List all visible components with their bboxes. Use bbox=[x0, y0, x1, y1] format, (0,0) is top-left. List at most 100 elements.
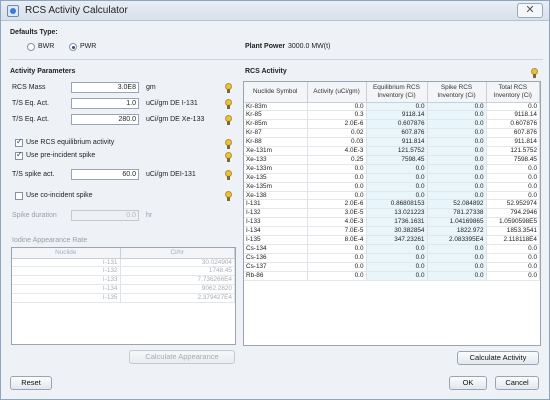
close-window-button[interactable]: ✕ bbox=[517, 3, 543, 18]
table-cell[interactable]: 0.0 bbox=[427, 182, 487, 192]
lightbulb-icon[interactable] bbox=[225, 139, 232, 149]
table-cell[interactable]: 1822.972 bbox=[427, 226, 487, 237]
table-cell[interactable]: 607.876 bbox=[366, 128, 428, 139]
table-cell[interactable]: Cs-136 bbox=[244, 253, 308, 263]
table-cell[interactable]: 9118.14 bbox=[366, 110, 428, 121]
table-row[interactable]: I-133 4.0E-3 1736.1631 1.04169865 1.0590598E… bbox=[244, 217, 540, 228]
table-cell[interactable]: 4.0E-3 bbox=[307, 146, 367, 156]
table-cell[interactable]: I-134 bbox=[244, 226, 308, 237]
use-pre-incident-spike-checkbox[interactable] bbox=[15, 150, 23, 160]
table-cell[interactable]: 0.0 bbox=[366, 102, 428, 112]
lightbulb-icon[interactable] bbox=[225, 99, 232, 109]
table-cell[interactable]: 0.0 bbox=[427, 173, 487, 183]
table-cell[interactable]: 0.0 bbox=[307, 182, 367, 192]
table-cell[interactable]: 0.607876 bbox=[366, 119, 428, 130]
table-cell[interactable]: I-131 bbox=[12, 258, 121, 268]
use-co-incident-spike-checkbox[interactable] bbox=[15, 192, 23, 200]
table-cell[interactable]: 0.3 bbox=[307, 110, 367, 121]
table-row[interactable]: I-131 30.024904 bbox=[12, 258, 235, 268]
table-cell[interactable]: 7598.45 bbox=[366, 155, 428, 165]
table-cell[interactable]: 0.0 bbox=[366, 191, 428, 201]
table-cell[interactable]: 0.0 bbox=[427, 110, 487, 121]
table-cell[interactable]: 2.379427E4 bbox=[120, 293, 235, 304]
table-cell[interactable]: 0.0 bbox=[307, 191, 367, 201]
reset-button[interactable]: Reset bbox=[10, 376, 52, 390]
table-cell[interactable]: 0.0 bbox=[366, 271, 428, 281]
table-cell[interactable]: 0.03 bbox=[307, 137, 367, 148]
table-cell[interactable]: 2.0E-6 bbox=[307, 199, 367, 210]
table-cell[interactable]: 0.0 bbox=[366, 253, 428, 263]
table-cell[interactable]: 0.0 bbox=[366, 244, 428, 254]
table-cell[interactable]: 2.118118E4 bbox=[486, 235, 540, 245]
column-header[interactable]: Equilibrium RCS Inventory (Ci) bbox=[366, 82, 428, 103]
table-cell[interactable]: 0.0 bbox=[366, 182, 428, 192]
table-row[interactable]: Kr-83m 0.0 0.0 0.0 0.0 bbox=[244, 102, 540, 112]
table-cell[interactable]: I-132 bbox=[12, 266, 121, 277]
table-cell[interactable]: 8.0E-4 bbox=[307, 235, 367, 245]
table-cell[interactable]: 0.0 bbox=[427, 137, 487, 148]
table-row[interactable]: I-135 8.0E-4 347.23261 2.083395E4 2.118118E4 bbox=[244, 235, 540, 245]
table-cell[interactable]: Kr-85 bbox=[244, 110, 308, 121]
lightbulb-icon[interactable] bbox=[225, 83, 232, 93]
table-cell[interactable]: 1.0590598E5 bbox=[486, 217, 540, 228]
column-header[interactable]: Activity (uCi/gm) bbox=[307, 82, 367, 103]
table-cell[interactable]: 0.0 bbox=[486, 191, 540, 201]
table-cell[interactable]: 7.736266E4 bbox=[120, 275, 235, 286]
table-cell[interactable]: 1736.1631 bbox=[366, 217, 428, 228]
table-cell[interactable]: 9062.2820 bbox=[120, 284, 235, 295]
table-row[interactable]: I-131 2.0E-6 0.86808153 52.084892 52.952974 bbox=[244, 199, 540, 210]
table-cell[interactable]: 0.0 bbox=[427, 119, 487, 130]
table-cell[interactable]: 1.04169865 bbox=[427, 217, 487, 228]
table-cell[interactable]: I-135 bbox=[244, 235, 308, 245]
table-cell[interactable]: 0.0 bbox=[427, 146, 487, 156]
table-cell[interactable]: Kr-87 bbox=[244, 128, 308, 139]
table-cell[interactable]: Xe-133 bbox=[244, 155, 308, 165]
table-cell[interactable]: 0.0 bbox=[307, 164, 367, 174]
title-bar[interactable]: RCS Activity Calculator ✕ bbox=[1, 1, 549, 21]
table-cell[interactable]: 3.0E-5 bbox=[307, 208, 367, 219]
table-cell[interactable]: I-131 bbox=[244, 199, 308, 210]
table-cell[interactable]: 30.024904 bbox=[120, 258, 235, 268]
table-row[interactable]: I-133 7.736266E4 bbox=[12, 275, 235, 286]
ok-button[interactable]: OK bbox=[449, 376, 487, 390]
table-row[interactable]: I-132 1748.45 bbox=[12, 266, 235, 277]
table-cell[interactable]: 0.0 bbox=[366, 173, 428, 183]
bwr-radio[interactable] bbox=[27, 43, 35, 51]
calculate-activity-button[interactable]: Calculate Activity bbox=[457, 351, 539, 365]
table-row[interactable]: Xe-138 0.0 0.0 0.0 0.0 bbox=[244, 191, 540, 201]
lightbulb-icon[interactable] bbox=[225, 191, 232, 201]
table-cell[interactable]: 0.0 bbox=[486, 164, 540, 174]
table-cell[interactable]: Xe-135m bbox=[244, 182, 308, 192]
use-rcs-equilibrium-checkbox[interactable] bbox=[15, 137, 23, 147]
table-cell[interactable]: 0.0 bbox=[486, 102, 540, 112]
table-cell[interactable]: 0.0 bbox=[307, 262, 367, 272]
column-header[interactable]: Spike RCS Inventory (Ci) bbox=[427, 82, 487, 103]
table-cell[interactable]: 0.607876 bbox=[486, 119, 540, 130]
table-cell[interactable]: 0.0 bbox=[486, 262, 540, 272]
table-cell[interactable]: 0.0 bbox=[307, 271, 367, 281]
table-row[interactable]: Xe-133 0.25 7598.45 0.0 7598.45 bbox=[244, 155, 540, 165]
table-cell[interactable]: Kr-88 bbox=[244, 137, 308, 148]
table-cell[interactable]: Cs-134 bbox=[244, 244, 308, 254]
table-cell[interactable]: 0.0 bbox=[366, 164, 428, 174]
table-cell[interactable]: I-132 bbox=[244, 208, 308, 219]
table-cell[interactable]: 0.0 bbox=[427, 244, 487, 254]
table-cell[interactable]: Rb-86 bbox=[244, 271, 308, 281]
table-cell[interactable]: 30.382854 bbox=[366, 226, 428, 237]
table-cell[interactable]: I-133 bbox=[12, 275, 121, 286]
table-row[interactable]: Xe-135 0.0 0.0 0.0 0.0 bbox=[244, 173, 540, 183]
ts-eq-act-xe133-input[interactable]: 280.0 bbox=[71, 114, 139, 125]
table-cell[interactable]: 0.0 bbox=[486, 244, 540, 254]
table-cell[interactable]: 52.952974 bbox=[486, 199, 540, 210]
table-cell[interactable]: I-133 bbox=[244, 217, 308, 228]
table-row[interactable]: I-134 9062.2820 bbox=[12, 284, 235, 295]
table-cell[interactable]: 911.814 bbox=[366, 137, 428, 148]
table-cell[interactable]: 7.0E-5 bbox=[307, 226, 367, 237]
table-cell[interactable]: Xe-135 bbox=[244, 173, 308, 183]
table-cell[interactable]: 911.814 bbox=[486, 137, 540, 148]
table-row[interactable]: Kr-87 0.02 607.876 0.0 607.876 bbox=[244, 128, 540, 139]
table-cell[interactable]: 0.25 bbox=[307, 155, 367, 165]
table-cell[interactable]: 0.0 bbox=[427, 262, 487, 272]
table-cell[interactable]: 0.0 bbox=[307, 244, 367, 254]
lightbulb-icon[interactable] bbox=[531, 68, 538, 78]
